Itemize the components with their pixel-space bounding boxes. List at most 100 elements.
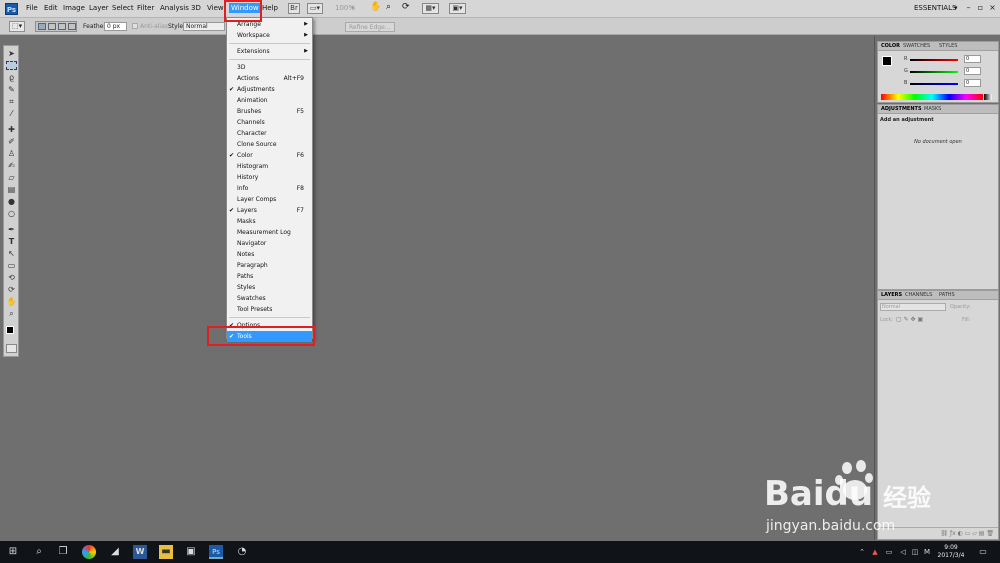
- tab-channels[interactable]: CHANNELS: [905, 292, 932, 298]
- window-menu-item-notes[interactable]: Notes: [227, 249, 312, 260]
- menu-help[interactable]: Help: [262, 4, 278, 12]
- window-menu-item-layer-comps[interactable]: Layer Comps: [227, 194, 312, 205]
- blue-value-input[interactable]: 0: [964, 79, 981, 87]
- healing-brush-tool-icon[interactable]: ✚: [6, 125, 17, 134]
- gradient-tool-icon[interactable]: ▤: [6, 185, 17, 194]
- task-view-icon[interactable]: ❐: [56, 545, 70, 559]
- menu-layer[interactable]: Layer: [89, 4, 109, 12]
- window-menu-item-styles[interactable]: Styles: [227, 282, 312, 293]
- lock-icons[interactable]: ▢ ✎ ✥ ▣: [896, 316, 923, 323]
- red-value-input[interactable]: 0: [964, 55, 981, 63]
- menu-image[interactable]: Image: [63, 4, 85, 12]
- window-menu-item-measurement-log[interactable]: Measurement Log: [227, 227, 312, 238]
- marquee-tool-icon[interactable]: [6, 61, 17, 70]
- anti-alias-checkbox[interactable]: [132, 23, 138, 29]
- close-icon[interactable]: ×: [986, 2, 999, 14]
- menu-select[interactable]: Select: [112, 4, 134, 12]
- window-menu-item-info[interactable]: Info F8: [227, 183, 312, 194]
- shape-tool-icon[interactable]: ▭: [6, 261, 17, 270]
- document-area[interactable]: [22, 36, 874, 540]
- type-tool-icon[interactable]: T: [6, 237, 17, 246]
- window-menu-item-swatches[interactable]: Swatches: [227, 293, 312, 304]
- tab-styles[interactable]: STYLES: [939, 43, 957, 49]
- window-menu-item-paragraph[interactable]: Paragraph: [227, 260, 312, 271]
- window-menu-item-masks[interactable]: Masks: [227, 216, 312, 227]
- notification-icon[interactable]: ▭: [976, 545, 990, 559]
- hand-tool-icon[interactable]: ✋: [6, 297, 17, 306]
- photos-icon[interactable]: ▣: [184, 545, 198, 559]
- quick-selection-tool-icon[interactable]: ✎: [6, 85, 17, 94]
- foreground-color-swatch[interactable]: [6, 326, 14, 334]
- foreground-color-swatch[interactable]: [882, 56, 892, 66]
- feather-input[interactable]: 0 px: [104, 22, 127, 31]
- green-slider-track[interactable]: [910, 71, 958, 73]
- ime-indicator[interactable]: M: [920, 545, 934, 559]
- view-extras-icon[interactable]: ▭▾: [307, 3, 323, 14]
- zoom-tool-icon[interactable]: ⌕: [6, 309, 17, 318]
- window-menu-item-history[interactable]: History: [227, 172, 312, 183]
- window-menu-item-histogram[interactable]: Histogram: [227, 161, 312, 172]
- window-menu-item-character[interactable]: Character: [227, 128, 312, 139]
- workspace-switcher[interactable]: ESSENTIALS: [914, 4, 956, 12]
- window-menu-item-paths[interactable]: Paths: [227, 271, 312, 282]
- hand-icon[interactable]: ✋: [370, 2, 381, 12]
- subtract-selection-icon[interactable]: [58, 23, 66, 30]
- visual-studio-icon[interactable]: ◢: [108, 545, 122, 559]
- menu-file[interactable]: File: [26, 4, 38, 12]
- word-icon[interactable]: W: [133, 545, 147, 559]
- 3d-rotate-tool-icon[interactable]: ⟲: [6, 273, 17, 282]
- color-spectrum-bar[interactable]: [881, 94, 983, 100]
- lasso-tool-icon[interactable]: ϱ: [6, 73, 17, 82]
- brush-tool-icon[interactable]: ✐: [6, 137, 17, 146]
- tab-layers[interactable]: LAYERS: [881, 292, 902, 298]
- intersect-selection-icon[interactable]: [68, 23, 76, 30]
- window-menu-item-actions[interactable]: Actions Alt+F9: [227, 73, 312, 84]
- network-icon[interactable]: ▭: [882, 545, 896, 559]
- eyedropper-tool-icon[interactable]: ⁄: [6, 109, 17, 118]
- screen-mode-icon[interactable]: ▣▾: [449, 3, 466, 14]
- window-menu-item-3d[interactable]: 3D: [227, 62, 312, 73]
- app-icon[interactable]: ◔: [235, 545, 249, 559]
- zoom-icon[interactable]: ⌕: [386, 2, 391, 12]
- window-menu-item-adjustments[interactable]: ✔ Adjustments: [227, 84, 312, 95]
- menu-analysis[interactable]: Analysis: [160, 4, 189, 12]
- window-menu-item-color[interactable]: ✔ Color F6: [227, 150, 312, 161]
- crop-tool-icon[interactable]: ⌗: [6, 97, 17, 106]
- file-explorer-icon[interactable]: ▬: [159, 545, 173, 559]
- quick-mask-icon[interactable]: [6, 344, 17, 353]
- red-slider-track[interactable]: [910, 59, 958, 61]
- start-icon[interactable]: ⊞: [6, 545, 20, 559]
- window-menu-item-workspace[interactable]: Workspace ▶: [227, 30, 312, 41]
- tab-color[interactable]: COLOR: [881, 43, 900, 49]
- workspace-chevron-down-icon[interactable]: ▾: [954, 4, 958, 12]
- add-selection-icon[interactable]: [48, 23, 56, 30]
- eraser-tool-icon[interactable]: ▱: [6, 173, 17, 182]
- window-menu-item-channels[interactable]: Channels: [227, 117, 312, 128]
- history-brush-tool-icon[interactable]: ✍: [6, 161, 17, 170]
- zoom-dropdown-icon[interactable]: ▾: [351, 4, 355, 12]
- arrange-documents-icon[interactable]: ▦▾: [422, 3, 439, 14]
- window-menu-item-animation[interactable]: Animation: [227, 95, 312, 106]
- tool-preset-picker[interactable]: ⬚▾: [9, 21, 25, 32]
- menu-3d[interactable]: 3D: [191, 4, 201, 12]
- move-tool-icon[interactable]: ➤: [6, 49, 17, 58]
- tray-app-icon[interactable]: ▲: [868, 545, 882, 559]
- tray-chevron-icon[interactable]: ⌃: [855, 545, 869, 559]
- 3d-orbit-tool-icon[interactable]: ⟳: [6, 285, 17, 294]
- blue-slider-track[interactable]: [910, 83, 958, 85]
- dodge-tool-icon[interactable]: ○: [6, 209, 17, 218]
- clone-stamp-tool-icon[interactable]: ♙: [6, 149, 17, 158]
- search-icon[interactable]: ⌕: [32, 545, 46, 559]
- style-select[interactable]: Normal: [183, 22, 225, 31]
- path-selection-tool-icon[interactable]: ↖: [6, 249, 17, 258]
- tab-masks[interactable]: MASKS: [924, 106, 941, 112]
- new-selection-icon[interactable]: [38, 23, 46, 30]
- rotate-view-icon[interactable]: ⟳: [402, 2, 410, 12]
- window-menu-item-brushes[interactable]: Brushes F5: [227, 106, 312, 117]
- bridge-icon[interactable]: Br: [288, 3, 300, 14]
- menu-view[interactable]: View: [207, 4, 224, 12]
- window-menu-item-clone-source[interactable]: Clone Source: [227, 139, 312, 150]
- refine-edge-button[interactable]: Refine Edge...: [345, 22, 395, 32]
- window-menu-item-tool-presets[interactable]: Tool Presets: [227, 304, 312, 315]
- photoshop-taskbar-icon[interactable]: Ps: [209, 545, 223, 559]
